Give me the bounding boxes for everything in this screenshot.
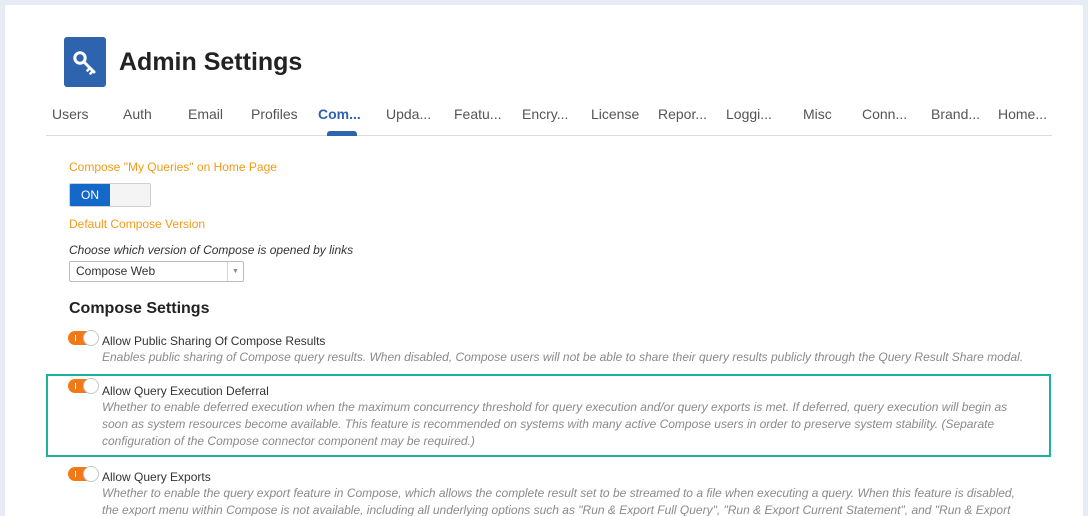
- tab-connectors[interactable]: Conn...: [862, 106, 907, 122]
- section-title: Compose Settings: [69, 300, 210, 317]
- setting-title: Allow Public Sharing Of Compose Results: [102, 334, 326, 348]
- tab-branding[interactable]: Brand...: [931, 106, 980, 122]
- tab-features[interactable]: Featu...: [454, 106, 501, 122]
- execution-deferral-toggle[interactable]: [68, 378, 99, 394]
- default-version-label: Default Compose Version: [69, 217, 206, 231]
- tab-compose[interactable]: Com...: [318, 106, 361, 122]
- setting-description: Whether to enable the query export featu…: [102, 486, 1015, 516]
- tab-email[interactable]: Email: [188, 106, 223, 122]
- chevron-down-icon: ▼: [227, 262, 243, 281]
- toggle-off-segment: [110, 184, 150, 206]
- page-header: Admin Settings: [64, 37, 302, 87]
- setting-description: Whether to enable deferred execution whe…: [102, 400, 1008, 448]
- my-queries-toggle[interactable]: ON: [69, 183, 151, 207]
- tab-updates[interactable]: Upda...: [386, 106, 431, 122]
- key-icon: [64, 37, 106, 87]
- setting-public-sharing: Allow Public Sharing Of Compose Results …: [68, 330, 1024, 366]
- tab-bar: Users Auth Email Profiles Com... Upda...…: [46, 100, 1052, 136]
- setting-description: Enables public sharing of Compose query …: [102, 350, 1024, 364]
- main-content: Compose "My Queries" on Home Page ON Def…: [64, 160, 1024, 516]
- tab-home[interactable]: Home...: [998, 106, 1047, 122]
- tab-logging[interactable]: Loggi...: [726, 106, 772, 122]
- setting-title: Allow Query Exports: [102, 470, 211, 484]
- public-sharing-toggle[interactable]: [68, 330, 99, 346]
- setting-title: Allow Query Execution Deferral: [102, 384, 269, 398]
- tab-auth[interactable]: Auth: [123, 106, 152, 122]
- tab-users[interactable]: Users: [52, 106, 89, 122]
- tab-reports[interactable]: Repor...: [658, 106, 707, 122]
- tab-profiles[interactable]: Profiles: [251, 106, 298, 122]
- tab-misc[interactable]: Misc: [803, 106, 832, 122]
- toggle-on-label: ON: [70, 184, 110, 206]
- tab-license[interactable]: License: [591, 106, 639, 122]
- my-queries-label: Compose "My Queries" on Home Page: [69, 160, 277, 174]
- default-version-helper: Choose which version of Compose is opene…: [69, 243, 354, 257]
- query-exports-toggle[interactable]: [68, 466, 99, 482]
- compose-version-select[interactable]: Compose Web ▼: [69, 261, 244, 282]
- setting-query-exports: Allow Query Exports Whether to enable th…: [68, 466, 1024, 516]
- tab-encryption[interactable]: Encry...: [522, 106, 568, 122]
- setting-execution-deferral: Allow Query Execution Deferral Whether t…: [68, 378, 1024, 450]
- active-tab-indicator: [327, 131, 357, 136]
- page-title: Admin Settings: [119, 47, 303, 76]
- select-value: Compose Web: [76, 264, 156, 278]
